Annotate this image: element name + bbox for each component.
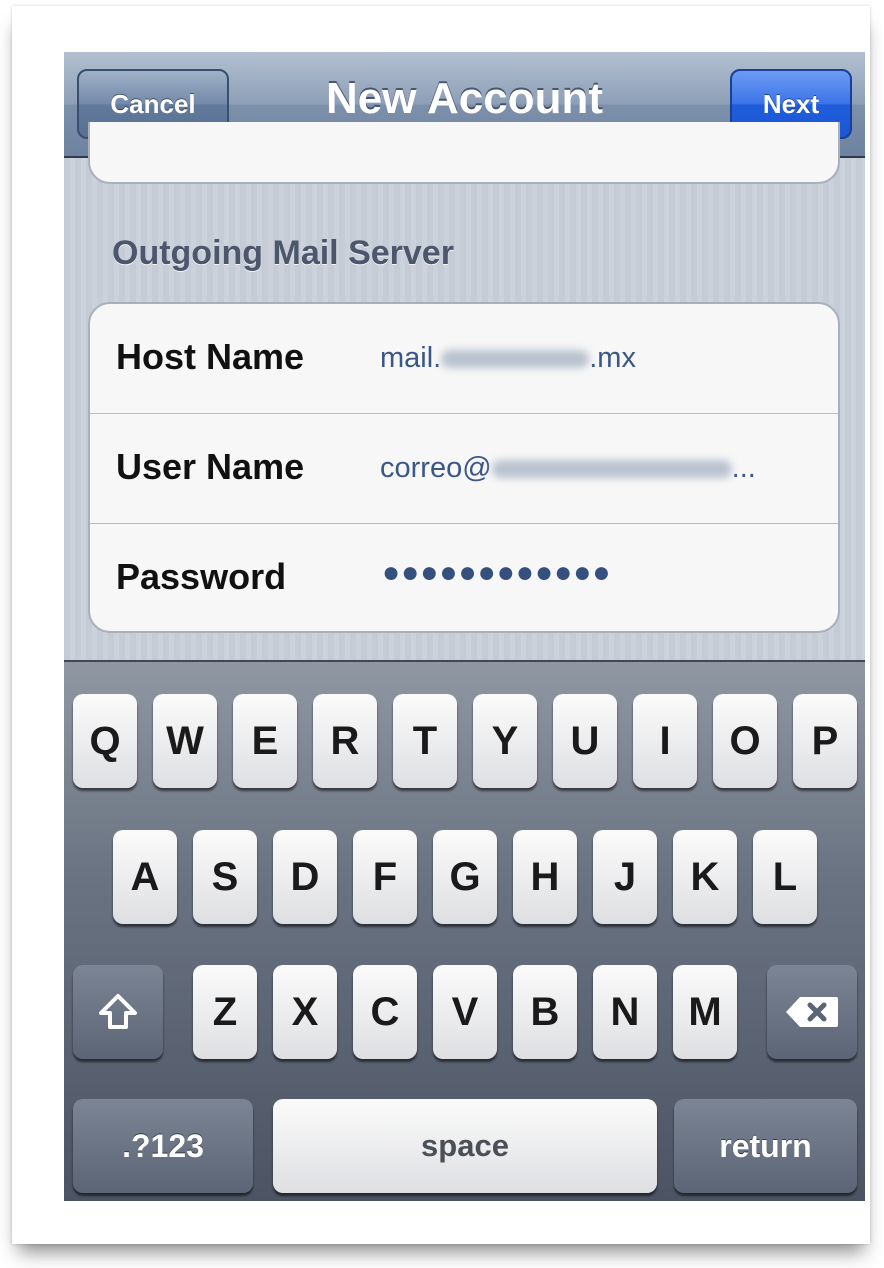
user-name-field[interactable]: correo@...	[380, 452, 756, 485]
user-name-suffix: ...	[731, 452, 756, 484]
key-i[interactable]: I	[633, 694, 697, 788]
section-header: Outgoing Mail Server	[112, 234, 454, 272]
screenshot-frame: Cancel New Account Next Outgoing Mail Se…	[12, 6, 870, 1244]
key-v[interactable]: V	[433, 965, 497, 1059]
key-y[interactable]: Y	[473, 694, 537, 788]
key-n[interactable]: N	[593, 965, 657, 1059]
user-name-row[interactable]: User Name correo@...	[90, 414, 838, 524]
space-key[interactable]: space	[273, 1099, 657, 1193]
key-w[interactable]: W	[153, 694, 217, 788]
user-name-prefix: correo@	[380, 452, 492, 484]
key-x[interactable]: X	[273, 965, 337, 1059]
host-name-row[interactable]: Host Name mail. .mx	[90, 304, 838, 414]
key-p[interactable]: P	[793, 694, 857, 788]
key-t[interactable]: T	[393, 694, 457, 788]
key-c[interactable]: C	[353, 965, 417, 1059]
host-name-field[interactable]: mail. .mx	[380, 342, 636, 375]
key-k[interactable]: K	[673, 830, 737, 924]
phone-screen: Cancel New Account Next Outgoing Mail Se…	[64, 52, 865, 1201]
previous-settings-group	[88, 122, 840, 184]
password-label: Password	[116, 556, 287, 597]
key-h[interactable]: H	[513, 830, 577, 924]
redacted-domain	[441, 350, 590, 369]
key-l[interactable]: L	[753, 830, 817, 924]
key-d[interactable]: D	[273, 830, 337, 924]
password-row[interactable]: Password ●●●●●●●●●●●●	[90, 524, 838, 631]
key-m[interactable]: M	[673, 965, 737, 1059]
user-name-label: User Name	[116, 446, 305, 487]
key-o[interactable]: O	[713, 694, 777, 788]
key-e[interactable]: E	[233, 694, 297, 788]
shift-key[interactable]	[73, 965, 163, 1059]
key-g[interactable]: G	[433, 830, 497, 924]
return-key[interactable]: return	[674, 1099, 857, 1193]
key-r[interactable]: R	[313, 694, 377, 788]
host-name-label: Host Name	[116, 336, 305, 377]
redacted-email	[491, 460, 732, 479]
backspace-icon	[786, 997, 838, 1027]
key-s[interactable]: S	[193, 830, 257, 924]
key-f[interactable]: F	[353, 830, 417, 924]
delete-key[interactable]	[767, 965, 857, 1059]
key-z[interactable]: Z	[193, 965, 257, 1059]
key-a[interactable]: A	[113, 830, 177, 924]
key-j[interactable]: J	[593, 830, 657, 924]
on-screen-keyboard: Q W E R T Y U I O P A S D F G H J K L Z …	[64, 660, 865, 1201]
outgoing-server-group: Host Name mail. .mx User Name correo@... …	[88, 302, 840, 633]
key-q[interactable]: Q	[73, 694, 137, 788]
password-field[interactable]: ●●●●●●●●●●●●	[382, 556, 611, 590]
shift-arrow-icon	[99, 994, 137, 1029]
host-name-suffix: .mx	[589, 342, 636, 374]
host-name-prefix: mail.	[380, 342, 442, 374]
numbers-key[interactable]: .?123	[73, 1099, 253, 1193]
key-b[interactable]: B	[513, 965, 577, 1059]
key-u[interactable]: U	[553, 694, 617, 788]
